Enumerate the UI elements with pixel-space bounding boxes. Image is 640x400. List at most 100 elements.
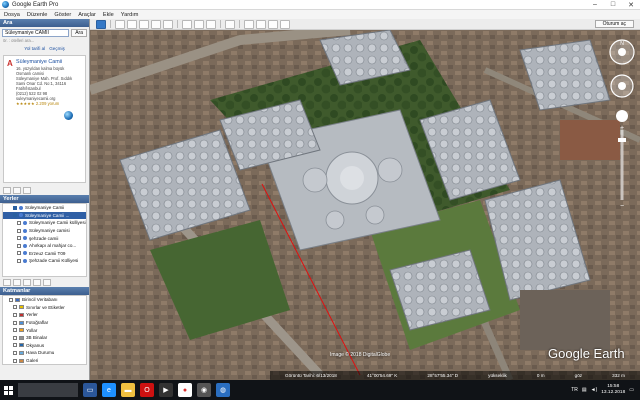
places-item[interactable]: Ahırkapı al mahjar co... — [3, 242, 86, 250]
checkbox-icon[interactable] — [17, 228, 21, 233]
tour-play-icon[interactable] — [13, 278, 21, 286]
checkbox-icon[interactable] — [13, 305, 17, 310]
places-item-label: Şehzade Camii Külliyesi — [29, 258, 79, 264]
result-title[interactable]: Süleymaniye Camii — [16, 59, 82, 65]
places-item[interactable]: Şehzade Camii Külliyesi — [3, 257, 86, 265]
layer-item[interactable]: Hava Durumu — [3, 349, 86, 357]
menu-tools[interactable]: Araçlar — [78, 12, 96, 18]
checkbox-icon[interactable] — [13, 213, 17, 218]
close-results-icon[interactable] — [23, 186, 31, 194]
historical-imagery-button[interactable] — [182, 19, 192, 29]
tour-icon[interactable] — [43, 278, 51, 286]
checkbox-icon[interactable] — [13, 335, 17, 340]
layer-item[interactable]: Okyanus — [3, 342, 86, 350]
checkbox-icon[interactable] — [17, 251, 21, 256]
places-item[interactable]: Erzeuz Camii T09 — [3, 250, 86, 258]
menu-help[interactable]: Yardım — [121, 12, 139, 18]
copy-icon[interactable] — [13, 186, 21, 194]
menu-file[interactable]: Dosya — [4, 12, 20, 18]
planets-button[interactable] — [206, 19, 216, 29]
add-folder-icon[interactable] — [3, 186, 11, 194]
checkbox-icon[interactable] — [13, 312, 17, 317]
save-image-button[interactable] — [268, 19, 278, 29]
layer-item[interactable]: 3B Binalar — [3, 334, 86, 342]
notification-icon[interactable]: ▭ — [629, 387, 634, 393]
close-button[interactable]: ✕ — [622, 0, 640, 10]
layer-item[interactable]: Galeri — [3, 357, 86, 364]
print-button[interactable] — [256, 19, 266, 29]
search-result-card[interactable]: A Süleymaniye Camii 16. yüzyıldan kalma … — [3, 55, 86, 183]
move-up-icon[interactable] — [23, 278, 31, 286]
app-icon[interactable]: ◉ — [197, 383, 211, 397]
network-icon[interactable]: ▤ — [582, 387, 587, 393]
places-panel-header[interactable]: Yerler — [0, 195, 89, 203]
checkbox-icon[interactable] — [17, 220, 21, 225]
places-item[interactable]: Süleymaniye camisi — [3, 227, 86, 235]
media-icon[interactable]: ▶ — [159, 383, 173, 397]
add-placemark-button[interactable] — [115, 19, 125, 29]
history-link[interactable]: Geçmiş — [49, 46, 65, 51]
google-earth-taskbar-icon[interactable]: ◍ — [216, 383, 230, 397]
minimize-button[interactable]: – — [586, 0, 604, 10]
clock[interactable]: 15:58 13.12.2018 — [601, 384, 625, 396]
latitude-readout: 41°00'54.69" K — [366, 373, 398, 378]
add-path-button[interactable] — [139, 19, 149, 29]
menu-view[interactable]: Göster — [54, 12, 71, 18]
opera-browser-icon[interactable]: O — [140, 383, 154, 397]
navigation-controls[interactable]: N + − — [607, 38, 637, 218]
add-polygon-button[interactable] — [127, 19, 137, 29]
places-item[interactable]: Süleymaniye Camii — [3, 204, 86, 212]
places-item[interactable]: Süleymaniye Camii ... — [3, 211, 86, 220]
places-item[interactable]: Süleymaniye Camii külliyesi — [3, 219, 86, 227]
task-view-icon[interactable]: ▭ — [83, 383, 97, 397]
taskbar-search-box[interactable] — [18, 383, 78, 397]
search-panel-header[interactable]: Ara — [0, 19, 89, 27]
file-explorer-icon[interactable]: ▬ — [121, 383, 135, 397]
placemark-icon — [19, 213, 23, 218]
edge-browser-icon[interactable]: e — [102, 383, 116, 397]
layer-item[interactable]: Yollar — [3, 326, 86, 334]
sign-in-button[interactable]: Oturum aç — [594, 20, 634, 28]
chrome-browser-icon[interactable]: ● — [178, 383, 192, 397]
checkbox-icon[interactable] — [13, 343, 17, 348]
email-button[interactable] — [244, 19, 254, 29]
checkbox-icon[interactable] — [17, 236, 21, 241]
layer-item[interactable]: Fotoğraflar — [3, 319, 86, 327]
language-indicator[interactable]: TR — [571, 387, 578, 393]
checkbox-icon[interactable] — [13, 320, 17, 325]
maximize-button[interactable]: □ — [604, 0, 622, 10]
checkbox-icon[interactable] — [13, 328, 17, 333]
search-input[interactable]: Süleymaniye CAMII — [2, 29, 70, 37]
earth-viewport[interactable]: N + − Image © 2018 DigitalGlobe Google E… — [90, 30, 640, 380]
satellite-imagery[interactable] — [90, 30, 640, 380]
ruler-button[interactable] — [225, 19, 235, 29]
places-item[interactable]: şehzade camii — [3, 234, 86, 242]
move-down-icon[interactable] — [33, 278, 41, 286]
layers-panel-header[interactable]: Katmanlar — [0, 287, 89, 295]
checkbox-icon[interactable] — [17, 258, 21, 263]
record-tour-button[interactable] — [163, 19, 173, 29]
directions-link[interactable]: Yol tarifi al — [24, 46, 45, 51]
placemark-icon — [23, 228, 27, 233]
start-button[interactable] — [0, 380, 16, 400]
volume-icon[interactable]: ◄) — [591, 387, 598, 393]
menu-add[interactable]: Ekle — [103, 12, 114, 18]
checkbox-icon[interactable] — [17, 243, 21, 248]
checkbox-icon[interactable] — [13, 358, 17, 363]
checkbox-icon[interactable] — [13, 205, 17, 210]
layer-item[interactable]: Yerler — [3, 311, 86, 319]
layer-item[interactable]: Sınırlar ve Etiketler — [3, 304, 86, 312]
google-maps-button[interactable] — [280, 19, 290, 29]
checkbox-icon[interactable] — [13, 350, 17, 355]
search-places-icon[interactable] — [3, 278, 11, 286]
layer-item[interactable]: Birincil Veritabanı — [3, 296, 86, 304]
add-overlay-button[interactable] — [151, 19, 161, 29]
sidebar-toggle-button[interactable] — [96, 19, 106, 29]
menu-edit[interactable]: Düzenle — [27, 12, 48, 18]
search-button[interactable]: Ara — [71, 29, 87, 37]
sunlight-button[interactable] — [194, 19, 204, 29]
result-rating: ★★★★★ 2.209 yorum — [16, 101, 60, 106]
google-earth-logo: Google Earth — [548, 346, 625, 361]
checkbox-icon[interactable] — [9, 297, 13, 302]
result-marker: A — [7, 59, 13, 68]
